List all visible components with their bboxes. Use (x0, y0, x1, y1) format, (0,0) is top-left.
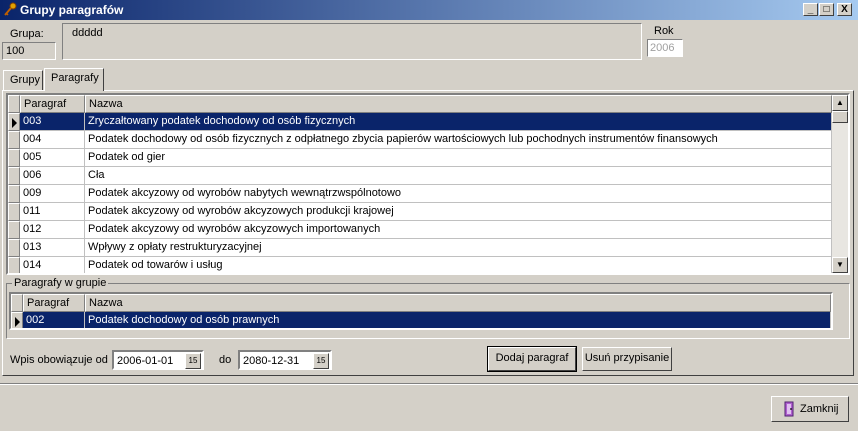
tab-grupy-label: Grupy (10, 74, 40, 86)
cell-code: 004 (20, 131, 85, 149)
cell-name: Podatek akcyzowy od wyrobów nabytych wew… (85, 185, 832, 203)
table-row[interactable]: 004 Podatek dochodowy od osób fizycznych… (8, 131, 832, 149)
remove-assignment-button[interactable]: Usuń przypisanie (582, 347, 672, 371)
row-indicator (8, 167, 20, 185)
row-indicator (8, 239, 20, 257)
table-row[interactable]: 013 Wpływy z opłaty restrukturyzacyjnej (8, 239, 832, 257)
calendar-icon[interactable]: 15 (313, 353, 329, 369)
column-header-paragraf[interactable]: Paragraf (20, 95, 85, 113)
bottom-separator (0, 383, 858, 385)
maximize-button[interactable]: □ (819, 3, 834, 16)
date-to-value: 2080-12-31 (243, 355, 300, 367)
current-row-arrow-icon (12, 118, 17, 128)
row-indicator (8, 131, 20, 149)
cell-name: Podatek akcyzowy od wyrobów akcyzowych i… (85, 221, 832, 239)
row-indicator (8, 257, 20, 273)
row-indicator (8, 149, 20, 167)
cell-code: 013 (20, 239, 85, 257)
column-header-paragraf[interactable]: Paragraf (23, 294, 85, 312)
cell-code: 006 (20, 167, 85, 185)
title-bar[interactable]: Grupy paragrafów _ □ X (0, 0, 858, 20)
paragraphs-grid[interactable]: Paragraf Nazwa 003 Zryczałtowany podatek… (6, 93, 850, 275)
row-indicator (8, 185, 20, 203)
grupa-value: 100 (6, 45, 25, 57)
rok-value: 2006 (650, 42, 675, 54)
cell-code: 005 (20, 149, 85, 167)
calendar-icon[interactable]: 15 (185, 353, 201, 369)
row-indicator (8, 221, 20, 239)
table-row[interactable]: 005 Podatek od gier (8, 149, 832, 167)
cell-name: Podatek akcyzowy od wyrobów akcyzowych p… (85, 203, 832, 221)
rok-label: Rok (654, 25, 674, 37)
cell-name: Podatek od gier (85, 149, 832, 167)
table-row[interactable]: 009 Podatek akcyzowy od wyrobów nabytych… (8, 185, 832, 203)
cell-name: Cła (85, 167, 832, 185)
close-window-button[interactable]: X (837, 3, 852, 16)
cell-name: Wpływy z opłaty restrukturyzacyjnej (85, 239, 832, 257)
table-row[interactable]: 011 Podatek akcyzowy od wyrobów akcyzowy… (8, 203, 832, 221)
tab-grupy[interactable]: Grupy (3, 70, 43, 90)
group-name-field[interactable]: ddddd (62, 23, 642, 60)
tab-paragrafy[interactable]: Paragrafy (44, 68, 104, 91)
minimize-button[interactable]: _ (803, 3, 818, 16)
cell-name: Podatek dochodowy od osób prawnych (85, 312, 831, 328)
grupa-field[interactable]: 100 (2, 42, 56, 60)
group-name-value: ddddd (72, 27, 103, 39)
grid-corner (11, 294, 23, 312)
zamknij-label: Zamknij (800, 403, 839, 415)
tab-paragrafy-label: Paragrafy (51, 72, 99, 84)
cell-code: 002 (23, 312, 85, 328)
cell-name: Zryczałtowany podatek dochodowy od osób … (85, 113, 832, 131)
column-header-nazwa[interactable]: Nazwa (85, 294, 831, 312)
cell-code: 009 (20, 185, 85, 203)
cell-code: 014 (20, 257, 85, 273)
cell-name: Podatek od towarów i usług (85, 257, 832, 273)
column-header-nazwa[interactable]: Nazwa (85, 95, 832, 113)
zamknij-button[interactable]: Zamknij (771, 396, 849, 422)
rok-field[interactable]: 2006 (647, 39, 683, 57)
table-row[interactable]: 014 Podatek od towarów i usług (8, 257, 832, 273)
grid-corner (8, 95, 20, 113)
date-from-input[interactable]: 2006-01-01 15 (112, 350, 204, 370)
table-row[interactable]: 002 Podatek dochodowy od osób prawnych (11, 312, 831, 328)
grid-vertical-scrollbar[interactable]: ▲ ▼ (832, 95, 848, 273)
add-paragraph-button[interactable]: Dodaj paragraf (487, 346, 577, 372)
date-to-input[interactable]: 2080-12-31 15 (238, 350, 332, 370)
cell-code: 003 (20, 113, 85, 131)
table-row[interactable]: 006 Cła (8, 167, 832, 185)
date-from-value: 2006-01-01 (117, 355, 174, 367)
table-row[interactable]: 003 Zryczałtowany podatek dochodowy od o… (8, 113, 832, 131)
key-icon (4, 2, 17, 16)
window-title: Grupy paragrafów (20, 3, 124, 17)
scroll-up-arrow-icon[interactable]: ▲ (832, 95, 848, 111)
group-paragraphs-grid[interactable]: Paragraf Nazwa 002 Podatek dochodowy od … (9, 292, 833, 330)
from-label: Wpis obowiązuje od (10, 354, 108, 366)
cell-name: Podatek dochodowy od osób fizycznych z o… (85, 131, 832, 149)
door-exit-icon (784, 401, 794, 417)
scroll-thumb[interactable] (832, 111, 848, 123)
to-label: do (219, 354, 232, 366)
group-section-title: Paragrafy w grupie (12, 277, 109, 289)
cell-code: 011 (20, 203, 85, 221)
row-indicator (8, 203, 20, 221)
cell-code: 012 (20, 221, 85, 239)
grupa-label: Grupa: (10, 28, 44, 40)
row-indicator (8, 113, 20, 131)
table-row[interactable]: 012 Podatek akcyzowy od wyrobów akcyzowy… (8, 221, 832, 239)
scroll-down-arrow-icon[interactable]: ▼ (832, 257, 848, 273)
row-indicator (11, 312, 23, 328)
current-row-arrow-icon (15, 317, 20, 327)
